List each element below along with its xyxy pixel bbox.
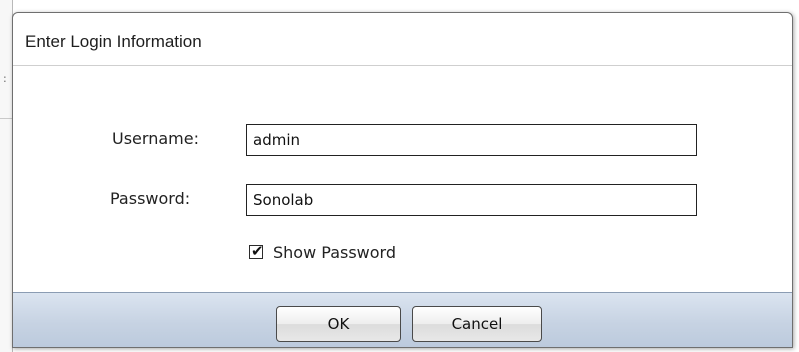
background-glyph: : (3, 72, 7, 85)
cancel-button[interactable]: Cancel (412, 306, 542, 342)
login-dialog: Enter Login Information Username: Passwo… (12, 12, 793, 348)
ok-button[interactable]: OK (276, 306, 401, 342)
dialog-title: Enter Login Information (25, 32, 202, 51)
dialog-button-bar: OK Cancel (13, 292, 792, 347)
password-field[interactable] (246, 184, 697, 216)
check-icon: ✔ (251, 242, 264, 260)
username-field[interactable] (246, 124, 697, 156)
dialog-content: Username: Password: ✔ Show Password (13, 66, 792, 293)
show-password-row[interactable]: ✔ Show Password (249, 241, 396, 263)
username-label: Username: (112, 129, 199, 148)
show-password-label[interactable]: Show Password (273, 243, 396, 262)
screen: : Enter Login Information Username: Pass… (0, 0, 799, 352)
dialog-title-bar[interactable]: Enter Login Information (13, 13, 792, 66)
password-label: Password: (110, 189, 191, 208)
background-divider (0, 118, 12, 119)
show-password-checkbox[interactable]: ✔ (249, 242, 264, 260)
